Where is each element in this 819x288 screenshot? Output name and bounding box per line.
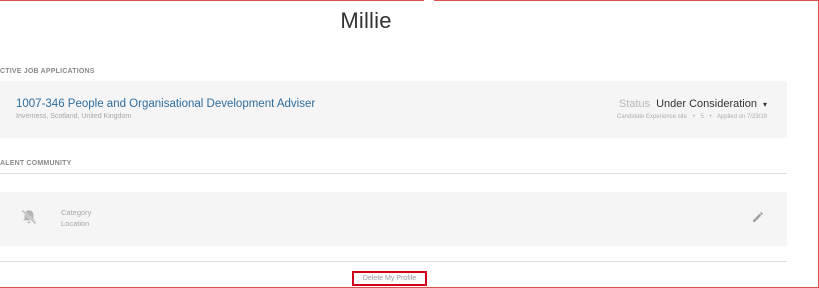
section-label-active-applications: CTIVE JOB APPLICATIONS [0, 68, 95, 75]
meta-separator: • [692, 114, 695, 120]
delete-profile-button[interactable]: Delete My Profile [352, 271, 427, 286]
meta-site: Candidate Experience site [616, 114, 688, 120]
notifications-off-icon [19, 207, 39, 227]
community-category: Category [61, 208, 92, 217]
chevron-down-icon[interactable]: ▾ [763, 100, 767, 109]
frame-notch [424, 0, 434, 4]
status-value: Under Consideration [656, 98, 757, 110]
application-card: 1007-346 People and Organisational Devel… [0, 81, 787, 138]
status-row: Status Under Consideration ▾ [619, 98, 767, 110]
section-divider [0, 173, 787, 174]
status-label: Status [618, 98, 651, 110]
community-location: Location [61, 219, 90, 228]
job-title-link[interactable]: 1007-346 People and Organisational Devel… [16, 98, 315, 110]
pencil-icon[interactable] [751, 210, 765, 224]
job-location: Inverness, Scotland, United Kingdom [16, 113, 132, 120]
meta-applied-date: Applied on 7/23/19 [716, 114, 767, 120]
profile-name: Millie [340, 8, 392, 33]
meta-separator: • [709, 114, 712, 120]
section-label-talent-community: ALENT COMMUNITY [0, 160, 72, 167]
talent-community-card: Category Location [0, 192, 787, 246]
section-divider [0, 261, 787, 262]
meta-number: 5 [700, 114, 704, 120]
status-meta: Candidate Experience site • 5 • Applied … [617, 114, 767, 120]
